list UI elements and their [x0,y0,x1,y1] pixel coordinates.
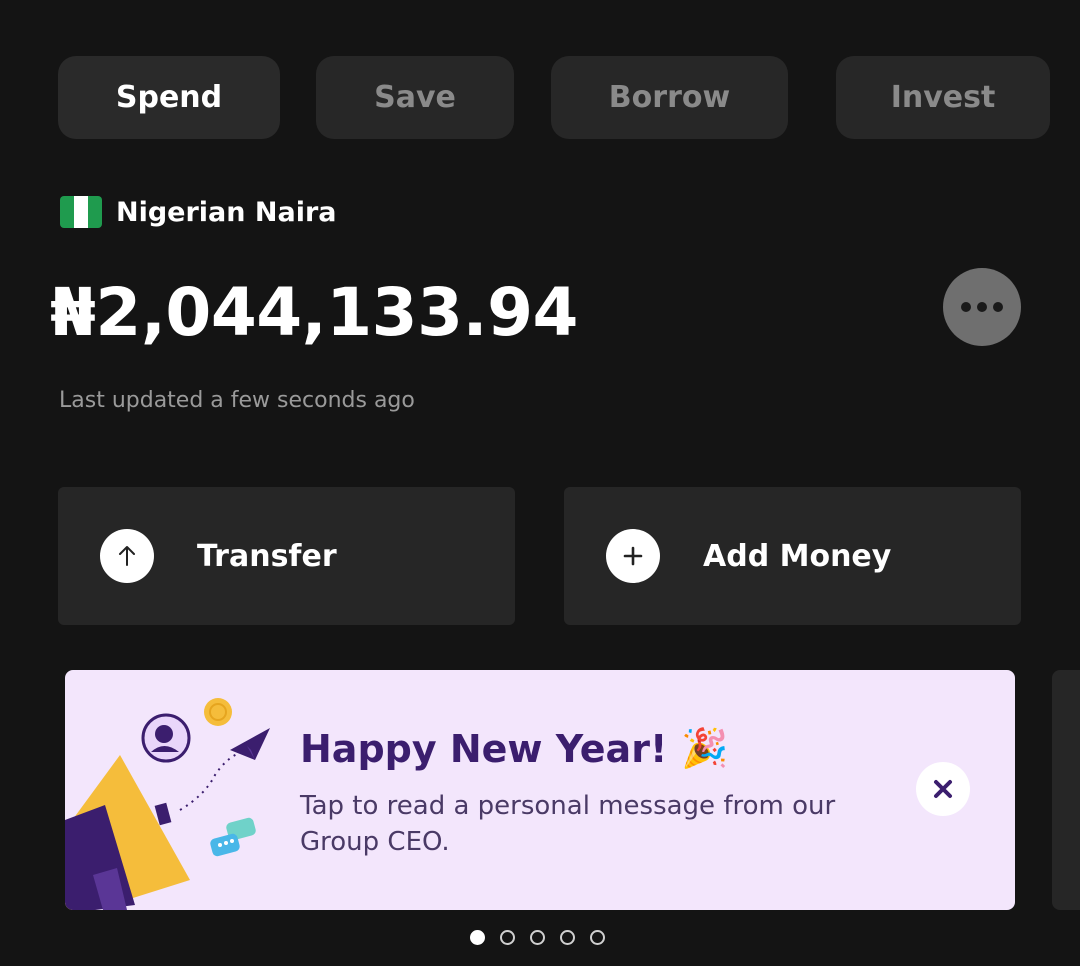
pager-dot[interactable] [590,930,605,945]
plus-icon [606,529,660,583]
pager-dot[interactable] [560,930,575,945]
ellipsis-icon [961,302,1003,312]
party-popper-icon: 🎉 [681,726,729,770]
home-screen: Spend Save Borrow Invest Nigerian Naira … [0,0,1080,966]
megaphone-illustration [65,698,270,910]
currency-selector: Nigerian Naira [60,194,337,230]
pager-dot[interactable] [500,930,515,945]
tab-spend[interactable]: Spend [58,56,280,139]
pager-dot[interactable] [530,930,545,945]
currency-name: Nigerian Naira [116,196,337,228]
promo-banner[interactable]: Happy New Year! 🎉 Tap to read a personal… [65,670,1015,910]
account-balance: ₦2,044,133.94 [50,274,578,351]
banner-title-text: Happy New Year! [300,726,668,771]
tab-invest[interactable]: Invest [836,56,1050,139]
transfer-button[interactable]: Transfer [58,487,515,625]
tab-save[interactable]: Save [316,56,514,139]
last-updated-text: Last updated a few seconds ago [59,388,415,413]
next-banner-card[interactable] [1052,670,1080,910]
nigeria-flag-icon [60,196,102,228]
banner-title: Happy New Year! 🎉 [300,726,729,771]
add-money-label: Add Money [703,538,892,574]
transfer-label: Transfer [197,538,337,574]
carousel-pager [470,930,620,945]
banner-message: Tap to read a personal message from our … [300,791,836,857]
pager-dot[interactable] [470,930,485,945]
arrow-up-icon [100,529,154,583]
tab-borrow[interactable]: Borrow [551,56,788,139]
close-banner-button[interactable] [916,762,970,816]
add-money-button[interactable]: Add Money [564,487,1021,625]
product-tabs: Spend Save Borrow Invest [58,56,1050,139]
more-options-button[interactable] [943,268,1021,346]
close-icon [934,780,952,798]
